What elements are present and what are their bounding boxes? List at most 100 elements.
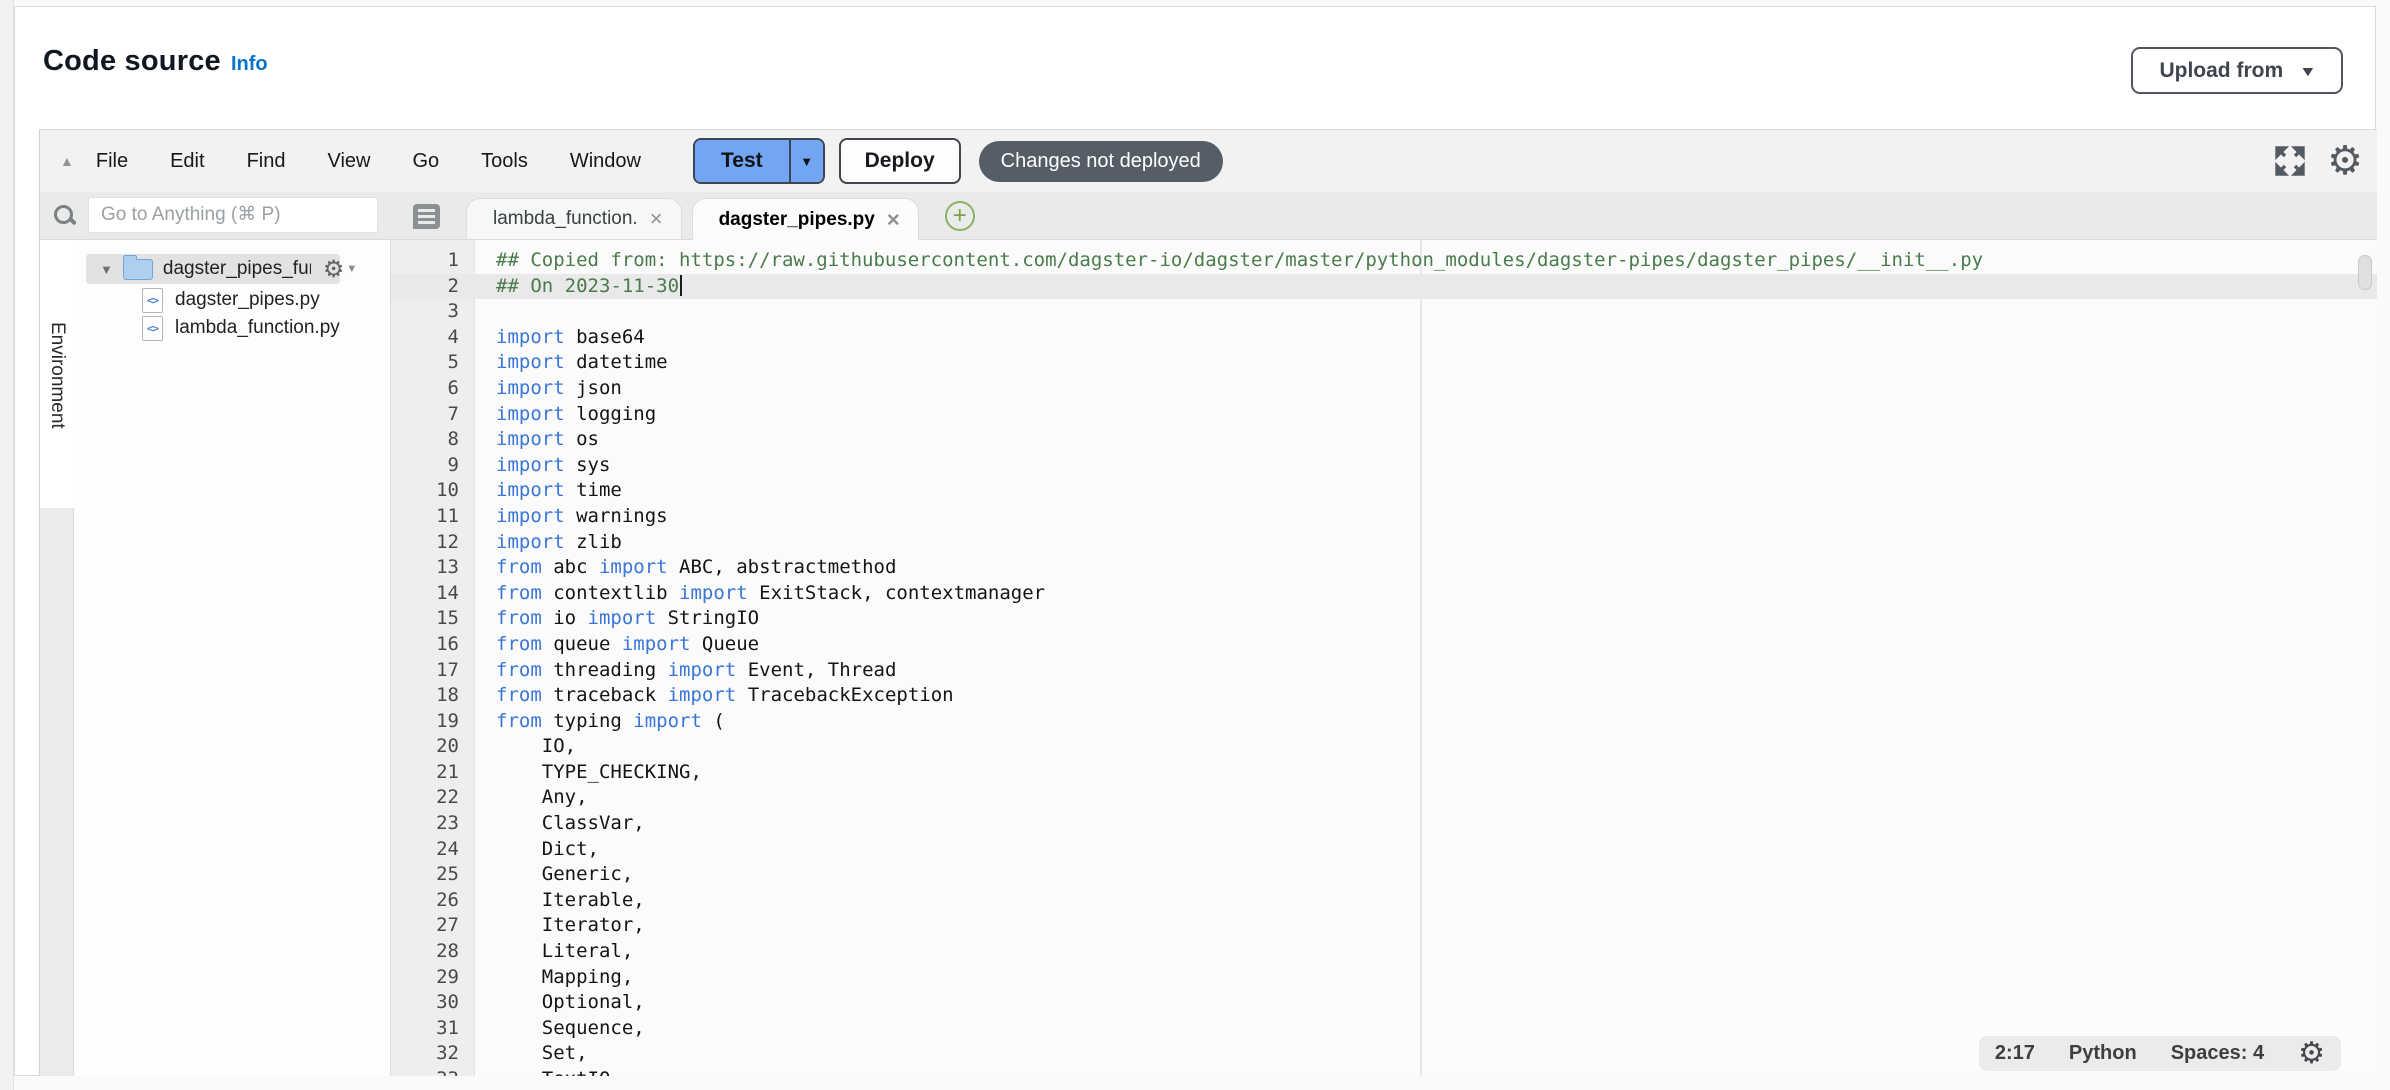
menu-item-find[interactable]: Find — [247, 150, 286, 173]
line-number[interactable]: 31 — [391, 1016, 475, 1042]
editor-tab-lambda_function-[interactable]: lambda_function.× — [466, 198, 682, 239]
code-line[interactable]: 23 ClassVar, — [391, 811, 2377, 837]
code-line[interactable]: 1## Copied from: https://raw.githubuserc… — [391, 248, 2377, 274]
code-line[interactable]: 29 Mapping, — [391, 965, 2377, 991]
code-line[interactable]: 28 Literal, — [391, 939, 2377, 965]
new-tab-button[interactable]: + — [945, 201, 975, 231]
line-number[interactable]: 10 — [391, 478, 475, 504]
upload-from-button[interactable]: Upload from ▼ — [2131, 47, 2343, 94]
code-line[interactable]: 21 TYPE_CHECKING, — [391, 760, 2377, 786]
line-number[interactable]: 16 — [391, 632, 475, 658]
tab-list-icon[interactable] — [413, 204, 440, 229]
line-number[interactable]: 18 — [391, 683, 475, 709]
code-line[interactable]: 9import sys — [391, 453, 2377, 479]
environment-tab[interactable]: Environment — [40, 250, 74, 500]
line-number[interactable]: 26 — [391, 888, 475, 914]
code-line[interactable]: 15from io import StringIO — [391, 606, 2377, 632]
line-number[interactable]: 3 — [391, 299, 475, 325]
code-line[interactable]: 30 Optional, — [391, 990, 2377, 1016]
code-line[interactable]: 16from queue import Queue — [391, 632, 2377, 658]
code-editor[interactable]: 1## Copied from: https://raw.githubuserc… — [391, 240, 2377, 1076]
tree-file-row[interactable]: <>lambda_function.py — [74, 314, 390, 342]
code-line[interactable]: 3 — [391, 299, 2377, 325]
folder-expanded-icon[interactable]: ▼ — [100, 262, 113, 277]
line-number[interactable]: 6 — [391, 376, 475, 402]
code-line[interactable]: 20 IO, — [391, 734, 2377, 760]
line-number[interactable]: 12 — [391, 530, 475, 556]
editor-scrollbar-thumb[interactable] — [2358, 255, 2372, 290]
tab-close-icon[interactable]: × — [650, 210, 663, 228]
line-number[interactable]: 13 — [391, 555, 475, 581]
tree-settings-gear-icon[interactable]: ⚙ — [323, 255, 345, 284]
menu-item-window[interactable]: Window — [570, 150, 641, 173]
line-number[interactable]: 29 — [391, 965, 475, 991]
tree-file-row[interactable]: <>dagster_pipes.py — [74, 286, 390, 314]
code-line[interactable]: 25 Generic, — [391, 862, 2377, 888]
code-line[interactable]: 18from traceback import TracebackExcepti… — [391, 683, 2377, 709]
indentation-setting[interactable]: Spaces: 4 — [2171, 1042, 2264, 1065]
code-line[interactable]: 8import os — [391, 427, 2377, 453]
line-number[interactable]: 21 — [391, 760, 475, 786]
test-split-button[interactable]: Test ▼ — [693, 138, 825, 184]
line-number[interactable]: 5 — [391, 350, 475, 376]
code-line[interactable]: 2## On 2023-11-30 — [391, 274, 2377, 300]
line-number[interactable]: 7 — [391, 402, 475, 428]
line-number[interactable]: 9 — [391, 453, 475, 479]
line-number[interactable]: 25 — [391, 862, 475, 888]
fullscreen-icon[interactable] — [2273, 144, 2307, 178]
line-number[interactable]: 32 — [391, 1041, 475, 1067]
line-number[interactable]: 19 — [391, 709, 475, 735]
menu-item-tools[interactable]: Tools — [481, 150, 528, 173]
code-line[interactable]: 24 Dict, — [391, 837, 2377, 863]
line-number[interactable]: 20 — [391, 734, 475, 760]
code-line[interactable]: 14from contextlib import ExitStack, cont… — [391, 581, 2377, 607]
code-line[interactable]: 13from abc import ABC, abstractmethod — [391, 555, 2377, 581]
code-line[interactable]: 19from typing import ( — [391, 709, 2377, 735]
code-line[interactable]: 11import warnings — [391, 504, 2377, 530]
goto-anything-input[interactable] — [88, 197, 378, 233]
editor-tab-dagster_pipes-py[interactable]: dagster_pipes.py× — [692, 198, 919, 240]
line-number[interactable]: 2 — [391, 274, 475, 300]
code-line[interactable]: 22 Any, — [391, 785, 2377, 811]
code-line[interactable]: 12import zlib — [391, 530, 2377, 556]
line-number[interactable]: 27 — [391, 913, 475, 939]
language-mode[interactable]: Python — [2069, 1042, 2137, 1065]
ide-settings-gear-icon[interactable]: ⚙ — [2327, 144, 2363, 178]
code-line[interactable]: 5import datetime — [391, 350, 2377, 376]
line-number[interactable]: 23 — [391, 811, 475, 837]
line-number[interactable]: 22 — [391, 785, 475, 811]
code-line[interactable]: 10import time — [391, 478, 2377, 504]
line-number[interactable]: 4 — [391, 325, 475, 351]
line-number[interactable]: 33 — [391, 1067, 475, 1076]
tab-close-icon[interactable]: × — [887, 211, 900, 229]
cursor-position[interactable]: 2:17 — [1995, 1042, 2035, 1065]
menu-item-view[interactable]: View — [327, 150, 370, 173]
line-number[interactable]: 28 — [391, 939, 475, 965]
collapse-panel-icon[interactable]: ▲ — [60, 153, 74, 169]
test-dropdown-icon[interactable]: ▼ — [789, 140, 823, 182]
menu-item-edit[interactable]: Edit — [170, 150, 204, 173]
line-number[interactable]: 11 — [391, 504, 475, 530]
line-number[interactable]: 30 — [391, 990, 475, 1016]
menu-item-file[interactable]: File — [96, 150, 128, 173]
status-settings-gear-icon[interactable]: ⚙ — [2298, 1039, 2325, 1069]
line-number[interactable]: 15 — [391, 606, 475, 632]
menu-item-go[interactable]: Go — [412, 150, 439, 173]
line-number[interactable]: 17 — [391, 658, 475, 684]
tree-folder-row[interactable]: ▼ dagster_pipes_funct ⚙ ▼ — [74, 254, 390, 284]
code-lines[interactable]: 1## Copied from: https://raw.githubuserc… — [391, 248, 2377, 1076]
line-number[interactable]: 1 — [391, 248, 475, 274]
line-number[interactable]: 8 — [391, 427, 475, 453]
code-line[interactable]: 27 Iterator, — [391, 913, 2377, 939]
tree-settings-caret-icon: ▼ — [346, 263, 357, 275]
code-line[interactable]: 7import logging — [391, 402, 2377, 428]
info-link[interactable]: Info — [231, 53, 268, 76]
line-number[interactable]: 24 — [391, 837, 475, 863]
deploy-button[interactable]: Deploy — [839, 138, 961, 184]
code-line[interactable]: 17from threading import Event, Thread — [391, 658, 2377, 684]
test-button[interactable]: Test — [695, 140, 789, 182]
code-line[interactable]: 4import base64 — [391, 325, 2377, 351]
line-number[interactable]: 14 — [391, 581, 475, 607]
code-line[interactable]: 26 Iterable, — [391, 888, 2377, 914]
code-line[interactable]: 6import json — [391, 376, 2377, 402]
